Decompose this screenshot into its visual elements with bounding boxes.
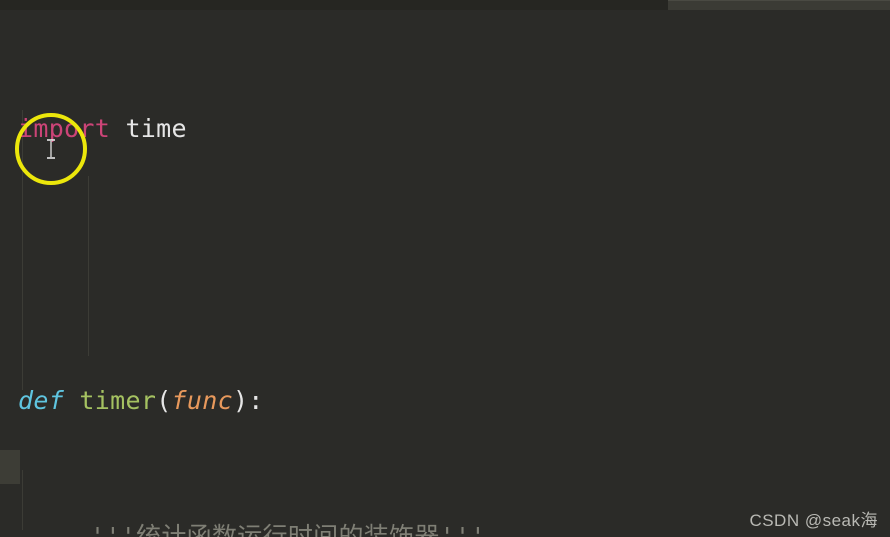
horizontal-scrollbar[interactable] (0, 0, 890, 10)
code-line-2-blank[interactable] (0, 248, 890, 282)
code-editor-window: import time def timer(func): '''统计函数运行时间… (0, 0, 890, 537)
token-module-time: time (110, 114, 187, 143)
watermark-text: CSDN @seak海 (749, 511, 878, 530)
text-ibeam-cursor-icon (47, 139, 55, 159)
token-space-1 (64, 386, 79, 415)
scrollbar-thumb[interactable] (668, 0, 890, 10)
token-paren-close-colon: ): (232, 386, 264, 415)
token-paren-open: ( (156, 386, 172, 415)
token-docstring: '''统计函数运行时间的装饰器''' (90, 522, 486, 537)
token-function-timer: timer (79, 386, 157, 415)
code-content[interactable]: import time def timer(func): '''统计函数运行时间… (0, 10, 890, 537)
code-line-3[interactable]: def timer(func): (0, 384, 890, 418)
token-param-func: func (171, 386, 233, 415)
token-def-keyword: def (18, 386, 65, 415)
code-line-1[interactable]: import time (0, 112, 890, 146)
